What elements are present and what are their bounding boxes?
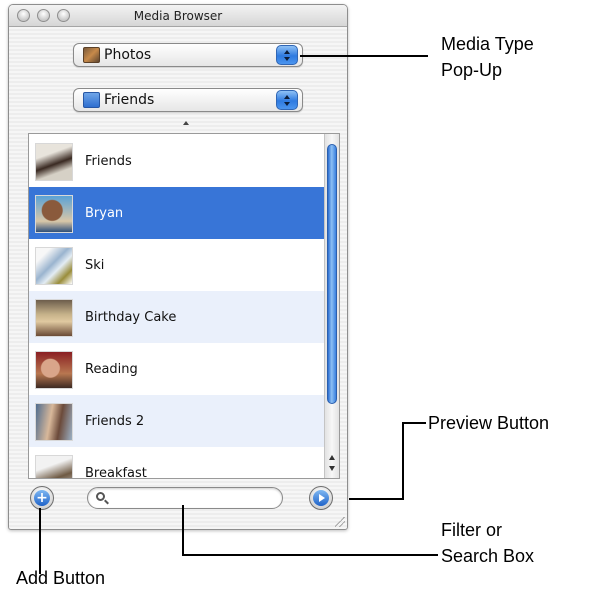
callout-line-preview-h: [349, 498, 403, 500]
callout-preview: Preview Button: [428, 413, 550, 433]
list-item-label: Bryan: [85, 206, 124, 221]
album-popup-label: Friends: [104, 92, 155, 108]
photo-thumbnail: [35, 351, 73, 389]
preview-button[interactable]: [309, 486, 333, 510]
callout-media-type-line1: Media Type: [441, 34, 534, 54]
list-item[interactable]: Reading: [29, 343, 325, 395]
media-type-popup[interactable]: Photos: [73, 43, 303, 67]
callout-filter-line2: Search Box: [441, 546, 535, 566]
list-item[interactable]: Friends 2: [29, 395, 325, 447]
vertical-scrollbar[interactable]: [324, 134, 339, 478]
callout-line-preview-v: [402, 422, 404, 500]
play-icon: [313, 490, 329, 506]
search-icon: [96, 492, 105, 501]
add-button[interactable]: +: [30, 486, 54, 510]
folder-icon: [83, 92, 100, 108]
callout-media-type-line2: Pop-Up: [441, 60, 503, 80]
list-item[interactable]: Breakfast: [29, 447, 325, 479]
callout-line-media-type: [300, 55, 428, 57]
search-input[interactable]: [87, 487, 283, 509]
photo-thumbnail: [35, 247, 73, 285]
list-item-label: Ski: [85, 258, 105, 273]
scroll-up-arrow-icon[interactable]: [329, 455, 335, 460]
callout-add: Add Button: [16, 568, 106, 588]
media-type-popup-label: Photos: [104, 47, 152, 63]
list-item[interactable]: Birthday Cake: [29, 291, 325, 343]
list-item-label: Breakfast: [85, 466, 147, 479]
list-item-label: Reading: [85, 362, 138, 377]
callout-line-add: [39, 508, 41, 574]
callout-line-filter-h: [182, 554, 438, 556]
photo-thumbnail: [35, 455, 73, 478]
callout-line-filter-v: [182, 505, 184, 555]
list-item-label: Friends: [85, 154, 132, 169]
list-item[interactable]: Friends: [29, 135, 325, 187]
photo-thumbnail: [35, 299, 73, 337]
popup-stepper-icon: [276, 45, 298, 65]
resize-grip-icon[interactable]: [335, 517, 345, 527]
list-item-selected[interactable]: Bryan: [29, 187, 325, 239]
media-browser-window: Media Browser Photos Friends Friends Bry…: [8, 4, 348, 530]
title-bar[interactable]: Media Browser: [9, 5, 347, 27]
photo-thumbnail: [35, 403, 73, 441]
callout-filter-line1: Filter or: [441, 520, 503, 540]
scroll-down-arrow-icon[interactable]: [329, 466, 335, 471]
plus-icon: +: [34, 490, 50, 506]
list-item[interactable]: Ski: [29, 239, 325, 291]
photos-icon: [83, 47, 100, 63]
album-popup[interactable]: Friends: [73, 88, 303, 112]
popup-stepper-icon: [276, 90, 298, 110]
scrollbar-thumb[interactable]: [327, 144, 337, 404]
window-title: Media Browser: [133, 9, 223, 23]
list-item-label: Birthday Cake: [85, 310, 177, 325]
photo-album-list[interactable]: Friends Bryan Ski Birthday Cake Reading …: [28, 133, 340, 479]
split-handle-icon[interactable]: [183, 121, 189, 125]
callout-line-preview-top: [402, 422, 426, 424]
photo-thumbnail: [35, 143, 73, 181]
photo-thumbnail: [35, 195, 73, 233]
list-item-label: Friends 2: [85, 414, 145, 429]
